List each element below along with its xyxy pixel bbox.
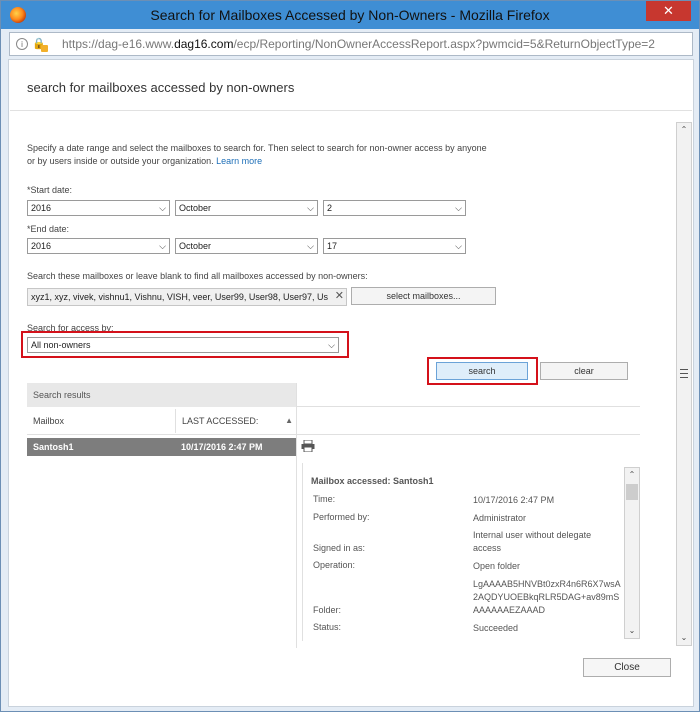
mailboxes-label: Search these mailboxes or leave blank to…	[27, 271, 368, 281]
details-scrollbar[interactable]: ⌃ ⌄	[624, 467, 640, 639]
info-icon[interactable]: i	[16, 38, 28, 50]
details-pane: Mailbox accessed: Santosh1 Time: 10/17/2…	[302, 463, 640, 641]
remove-icon[interactable]: ✕	[332, 289, 344, 304]
sort-up-icon: ▲	[285, 416, 293, 425]
results-header-divider	[296, 406, 640, 407]
warning-icon	[41, 45, 48, 52]
operation-label: Operation:	[313, 560, 356, 570]
title-bar: Search for Mailboxes Accessed by Non-Own…	[1, 1, 699, 29]
chevron-down-icon: ⌵	[328, 340, 335, 350]
start-month-select[interactable]: October ⌵	[175, 200, 318, 216]
start-year-select[interactable]: 2016 ⌵	[27, 200, 170, 216]
scroll-up-icon[interactable]: ⌃	[625, 468, 639, 482]
end-day-value: 17	[327, 241, 338, 251]
scroll-thumb[interactable]	[626, 484, 638, 500]
column-header-mailbox[interactable]: Mailbox	[27, 409, 175, 433]
chevron-down-icon: ⌵	[307, 203, 314, 213]
status-label: Status:	[313, 622, 342, 632]
print-icon[interactable]	[301, 440, 315, 452]
performed-by-value: Administrator	[473, 513, 527, 523]
end-year-select[interactable]: 2016 ⌵	[27, 238, 170, 254]
url-text[interactable]: https://dag-e16.www.dag16.com/ecp/Report…	[62, 37, 655, 51]
list-divider	[296, 383, 297, 648]
url-domain: dag16.com	[174, 37, 234, 51]
heading-divider	[10, 110, 692, 111]
mailbox-tokens: xyz1, xyz, vivek, vishnu1, Vishnu, VISH,…	[31, 292, 328, 302]
scroll-down-icon[interactable]: ⌄	[625, 624, 639, 638]
search-button[interactable]: search	[436, 362, 528, 380]
scroll-up-icon[interactable]: ⌃	[677, 123, 691, 137]
page-title: search for mailboxes accessed by non-own…	[27, 80, 295, 95]
close-button[interactable]: Close	[583, 658, 671, 677]
start-month-value: October	[179, 203, 212, 213]
chevron-down-icon: ⌵	[159, 203, 166, 213]
results-header: Search results	[27, 383, 296, 407]
page-scrollbar[interactable]: ⌃ ⌄	[676, 122, 692, 646]
column-header-last-accessed[interactable]: LAST ACCESSED: ▲	[175, 409, 296, 433]
status-value: Succeeded	[473, 623, 519, 633]
signed-in-label: Signed in as:	[313, 543, 366, 553]
access-value: All non-owners	[31, 340, 91, 350]
row-mailbox: Santosh1	[33, 442, 74, 452]
scroll-grip-icon[interactable]	[680, 369, 688, 378]
chevron-down-icon: ⌵	[455, 203, 462, 213]
end-day-select[interactable]: 17 ⌵	[323, 238, 466, 254]
chevron-down-icon: ⌵	[159, 241, 166, 251]
start-year-value: 2016	[31, 203, 52, 213]
results-panel: Search results Mailbox LAST ACCESSED: ▲ S…	[27, 383, 640, 648]
folder-label: Folder:	[313, 605, 342, 615]
selected-mailboxes-field[interactable]: xyz1, xyz, vivek, vishnu1, Vishnu, VISH,…	[27, 288, 347, 306]
dialog-content: search for mailboxes accessed by non-own…	[8, 59, 694, 707]
intro-text: Specify a date range and select the mail…	[27, 142, 497, 168]
url-prefix: https://dag-e16.www.	[62, 37, 175, 51]
browser-window: Search for Mailboxes Accessed by Non-Own…	[0, 0, 700, 712]
columns-divider	[27, 434, 640, 435]
folder-value: LgAAAAB5HNVBt0zxR4n6R6X7wsA2AQDYUOEBkqRL…	[473, 579, 621, 615]
access-select[interactable]: All non-owners ⌵	[27, 337, 339, 353]
chevron-down-icon: ⌵	[455, 241, 462, 251]
window-title: Search for Mailboxes Accessed by Non-Own…	[150, 7, 550, 23]
end-date-label: *End date:	[27, 224, 70, 234]
column-header-last-accessed-label: LAST ACCESSED:	[182, 416, 259, 426]
row-last-accessed: 10/17/2016 2:47 PM	[181, 442, 263, 452]
details-title: Mailbox accessed: Santosh1	[311, 476, 434, 486]
chevron-down-icon: ⌵	[307, 241, 314, 251]
time-label: Time:	[313, 494, 336, 504]
address-bar[interactable]: i 🔒 https://dag-e16.www.dag16.com/ecp/Re…	[9, 32, 693, 56]
end-year-value: 2016	[31, 241, 52, 251]
learn-more-link[interactable]: Learn more	[216, 156, 262, 166]
start-date-label: *Start date:	[27, 185, 73, 195]
time-value: 10/17/2016 2:47 PM	[473, 495, 555, 505]
table-row[interactable]: Santosh1 10/17/2016 2:47 PM	[27, 438, 296, 456]
window-close-button[interactable]: ✕	[646, 1, 691, 21]
scroll-down-icon[interactable]: ⌄	[677, 631, 691, 645]
select-mailboxes-button[interactable]: select mailboxes...	[351, 287, 496, 305]
operation-value: Open folder	[473, 561, 521, 571]
end-month-value: October	[179, 241, 212, 251]
url-suffix: /ecp/Reporting/NonOwnerAccessReport.aspx…	[233, 37, 655, 51]
end-month-select[interactable]: October ⌵	[175, 238, 318, 254]
clear-button[interactable]: clear	[540, 362, 628, 380]
start-day-value: 2	[327, 203, 333, 213]
start-day-select[interactable]: 2 ⌵	[323, 200, 466, 216]
performed-by-label: Performed by:	[313, 512, 370, 522]
signed-in-value: Internal user without delegate access	[473, 530, 592, 553]
